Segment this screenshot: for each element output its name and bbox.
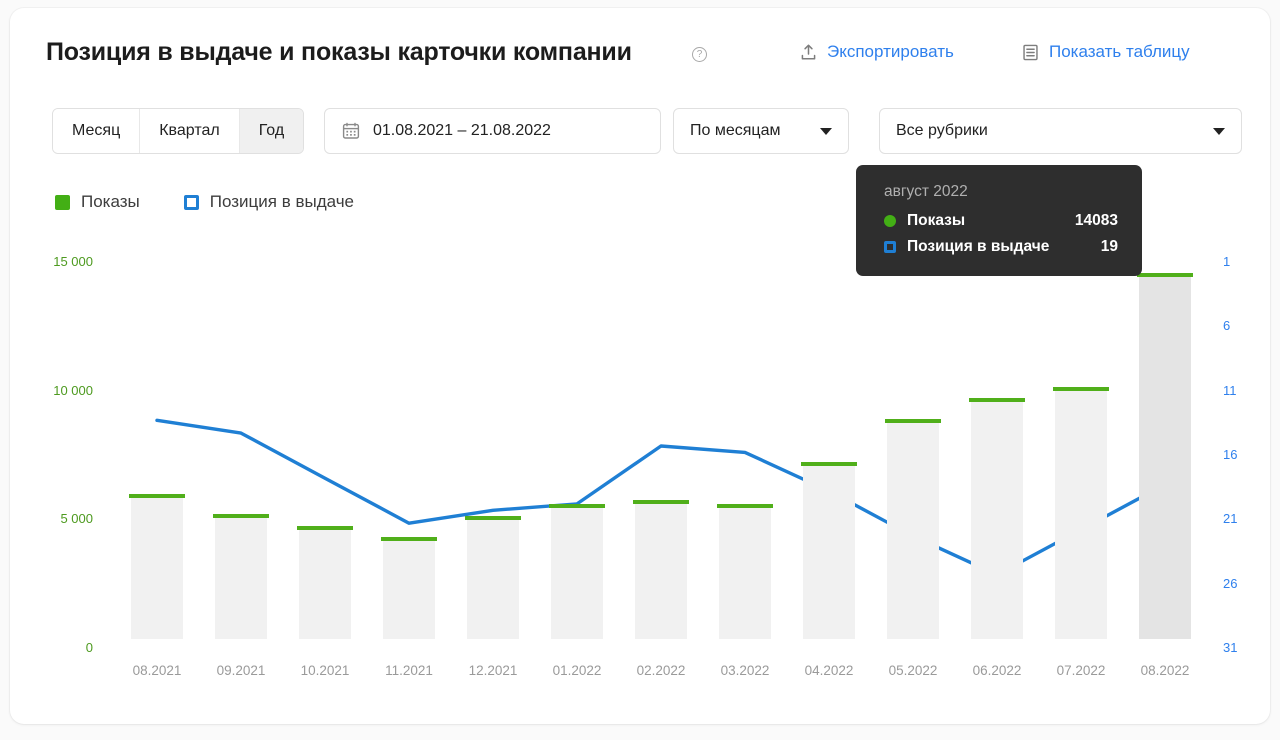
right-axis-tick: 11 xyxy=(1223,382,1237,398)
show-table-button[interactable]: Показать таблицу xyxy=(1021,42,1190,62)
legend-item-0[interactable]: Показы xyxy=(55,192,140,212)
period-segment-label: Год xyxy=(258,122,285,139)
left-axis-tick: 5 000 xyxy=(60,511,93,527)
upload-icon xyxy=(801,44,816,60)
period-segment-label: Месяц xyxy=(72,122,121,139)
tooltip-rows: Показы 14083 Позиция в выдаче 19 xyxy=(884,212,1118,256)
legend-swatch-icon xyxy=(55,194,70,210)
plot-area: 15 000 10 000 5 000 0 1 6 11 16 21 26 31 08.2021 09.… xyxy=(53,246,1237,678)
left-axis-tick: 15 000 xyxy=(53,254,93,269)
tooltip-series-name: Показы xyxy=(907,212,966,229)
tooltip-series-value: 14083 xyxy=(1074,212,1118,229)
bar-02.2022[interactable] xyxy=(635,503,687,639)
bar-08.2022[interactable] xyxy=(1139,276,1191,639)
bar-cap-04.2022 xyxy=(801,461,857,466)
calendar-icon xyxy=(342,122,360,139)
left-axis-tick: 10 000 xyxy=(53,382,93,398)
period-select[interactable]: По месяцам xyxy=(673,108,849,154)
right-axis-tick: 1 xyxy=(1223,254,1231,269)
tooltip-series-value: 19 xyxy=(1100,238,1118,255)
right-axis-tick: 6 xyxy=(1223,318,1231,334)
bar-08.2021[interactable] xyxy=(131,497,183,639)
bar-cap-12.2021 xyxy=(465,515,521,520)
bar-cap-10.2021 xyxy=(297,525,353,530)
left-axis-tick: 0 xyxy=(85,640,93,655)
legend-item-1[interactable]: Позиция в выдаче xyxy=(183,192,355,212)
period-segment-0[interactable]: Месяц xyxy=(53,109,141,153)
bar-cap-03.2022 xyxy=(717,504,773,509)
chevron-down-icon xyxy=(820,127,832,135)
x-axis-tick-08.2021: 08.2021 xyxy=(132,663,182,678)
export-label: Экспортировать xyxy=(827,42,954,61)
right-axis-tick: 26 xyxy=(1223,575,1238,591)
page-title: Позиция в выдаче и показы карточки компа… xyxy=(46,38,632,66)
x-axis-tick-03.2022: 03.2022 xyxy=(720,663,770,678)
bar-05.2022[interactable] xyxy=(887,422,939,639)
tooltip-row-0: Показы 14083 xyxy=(884,212,1118,230)
rubric-select[interactable]: Все рубрики xyxy=(879,108,1242,154)
chart-tooltip: август 2022 Показы 14083 Позиция в выдаче 1… xyxy=(856,165,1142,276)
x-axis-tick-01.2022: 01.2022 xyxy=(552,663,602,678)
right-axis-tick: 31 xyxy=(1223,640,1238,655)
export-button[interactable]: Экспортировать xyxy=(799,42,954,62)
bar-12.2021[interactable] xyxy=(467,519,519,639)
bar-cap-01.2022 xyxy=(549,504,605,509)
period-select-value: По месяцам xyxy=(690,122,781,139)
period-segment-label: Квартал xyxy=(159,122,220,139)
card-header: Позиция в выдаче и показы карточки компа… xyxy=(10,8,1270,86)
bar-11.2021[interactable] xyxy=(383,541,435,639)
x-axis-tick-06.2022: 06.2022 xyxy=(972,663,1022,678)
date-range-picker[interactable]: 01.08.2021 – 21.08.2022 xyxy=(324,108,661,154)
x-axis-tick-09.2021: 09.2021 xyxy=(216,663,266,678)
period-segmented-control[interactable]: Месяц Квартал Год xyxy=(52,108,305,154)
right-axis-tick: 16 xyxy=(1223,447,1238,462)
help-icon[interactable]: ? xyxy=(692,47,707,62)
legend-swatch-icon xyxy=(183,194,199,210)
period-segment-2[interactable]: Год xyxy=(239,109,304,153)
tooltip-title: август 2022 xyxy=(884,183,968,200)
legend-label: Позиция в выдаче xyxy=(209,192,355,211)
x-axis-tick-11.2021: 11.2021 xyxy=(385,663,433,678)
tooltip-dot-icon xyxy=(884,215,896,227)
x-axis-tick-10.2021: 10.2021 xyxy=(300,663,350,678)
chart-legend: Показы Позиция в выдаче xyxy=(55,192,354,212)
bar-cap-07.2022 xyxy=(1053,386,1109,391)
chevron-down-icon xyxy=(1213,127,1225,135)
date-range-value: 01.08.2021 – 21.08.2022 xyxy=(373,122,551,139)
x-axis-tick-04.2022: 04.2022 xyxy=(804,663,854,678)
bar-cap-08.2021 xyxy=(129,493,185,498)
tooltip-row-1: Позиция в выдаче 19 xyxy=(884,238,1118,256)
bar-cap-06.2022 xyxy=(969,398,1025,403)
filters-toolbar: Месяц Квартал Год 01.08.2021 – 21.08.2022 … xyxy=(10,108,1270,154)
bar-cap-09.2021 xyxy=(213,514,269,519)
bar-cap-11.2021 xyxy=(381,537,437,542)
tooltip-square-icon xyxy=(884,241,896,253)
bar-04.2022[interactable] xyxy=(803,465,855,639)
table-icon xyxy=(1023,44,1038,60)
show-table-label: Показать таблицу xyxy=(1049,42,1190,61)
x-axis-tick-05.2022: 05.2022 xyxy=(888,663,938,678)
x-axis-tick-12.2021: 12.2021 xyxy=(468,663,518,678)
rubric-select-value: Все рубрики xyxy=(896,122,988,139)
bar-cap-02.2022 xyxy=(633,499,689,504)
bar-06.2022[interactable] xyxy=(971,402,1023,639)
bar-cap-05.2022 xyxy=(885,418,941,423)
bar-10.2021[interactable] xyxy=(299,529,351,639)
right-axis-tick: 21 xyxy=(1223,511,1238,527)
bar-cap-08.2022 xyxy=(1137,272,1193,277)
bar-01.2022[interactable] xyxy=(551,508,603,639)
bar-07.2022[interactable] xyxy=(1055,390,1107,639)
analytics-card: Позиция в выдаче и показы карточки компа… xyxy=(10,8,1270,724)
bar-03.2022[interactable] xyxy=(719,508,771,639)
legend-label: Показы xyxy=(81,192,140,211)
tooltip-series-name: Позиция в выдаче xyxy=(907,238,1050,255)
x-axis-tick-07.2022: 07.2022 xyxy=(1056,663,1106,678)
bar-09.2021[interactable] xyxy=(215,518,267,639)
period-segment-1[interactable]: Квартал xyxy=(140,109,240,153)
x-axis-tick-02.2022: 02.2022 xyxy=(636,663,686,678)
x-axis-tick-08.2022: 08.2022 xyxy=(1140,663,1190,678)
chart-area: 15 000 10 000 5 000 0 1 6 11 16 21 26 31 08.2021 09.… xyxy=(10,236,1270,706)
